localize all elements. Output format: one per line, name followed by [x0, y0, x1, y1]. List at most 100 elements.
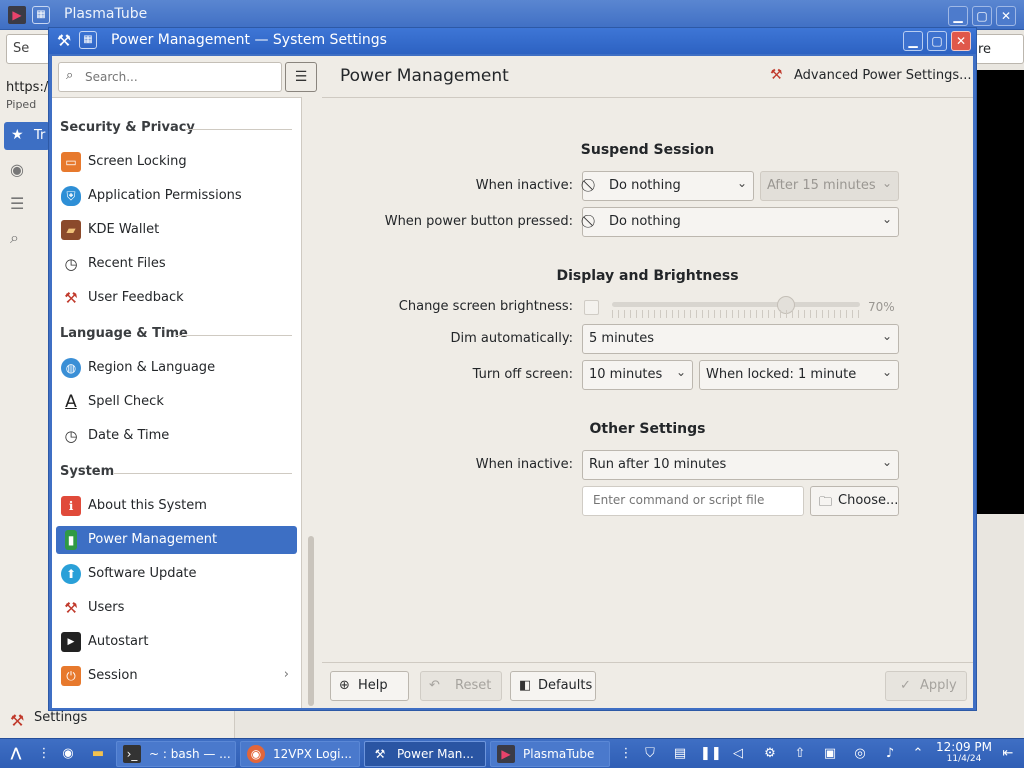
defaults-button[interactable]: ◧ Defaults — [510, 671, 596, 701]
choose-button-label: Choose... — [838, 493, 899, 508]
clipboard-icon[interactable]: ▤ — [670, 744, 690, 764]
background-search-field[interactable]: Se — [6, 34, 50, 64]
background-maximize-button[interactable]: ▢ — [972, 6, 992, 26]
tray-expand-icon[interactable]: ⌃ — [908, 744, 928, 764]
plasmatube-logo-icon: ▶ — [8, 6, 26, 24]
window-menu-icon[interactable]: ▦ — [79, 31, 97, 49]
suspend-after-combo[interactable]: After 15 minutes ⌄ — [760, 171, 899, 201]
sidebar-item-recent-files[interactable]: ◷ Recent Files — [56, 250, 297, 278]
sidebar-item-region-language[interactable]: ◍ Region & Language — [56, 354, 297, 382]
sidebar-item-autostart[interactable]: ▶ Autostart — [56, 628, 297, 656]
window-titlebar[interactable]: ⚒ ▦ Power Management — System Settings ▁… — [49, 28, 976, 54]
list-icon[interactable]: ☰ — [10, 194, 24, 213]
sidebar-item-spell-check[interactable]: A Spell Check — [56, 388, 297, 416]
screen-locking-icon: ▭ — [61, 152, 81, 172]
search-icon[interactable]: ⌕ — [10, 228, 19, 248]
sidebar-search-field[interactable]: ⌕ — [58, 62, 282, 92]
window-menu-icon[interactable]: ▦ — [32, 6, 50, 24]
defaults-icon: ◧ — [519, 678, 532, 693]
task-power-management[interactable]: ⚒ Power Man... — [364, 741, 486, 767]
background-right-field[interactable]: re — [975, 34, 1024, 64]
content-pane: Power Management ⚒ Advanced Power Settin… — [322, 56, 973, 708]
other-when-inactive-combo[interactable]: Run after 10 minutes ⌄ — [582, 450, 899, 480]
updates-icon[interactable]: ⇧ — [790, 744, 810, 764]
maximize-button[interactable]: ▢ — [927, 31, 947, 51]
category-divider — [114, 473, 292, 474]
file-manager-icon[interactable]: ▬ — [88, 744, 108, 764]
power-button-combo[interactable]: ⃠ Do nothing ⌄ — [582, 207, 899, 237]
turn-off-screen-combo[interactable]: 10 minutes ⌄ — [582, 360, 693, 390]
brightness-slider-ticks — [612, 310, 860, 318]
power-button-value: Do nothing — [609, 214, 681, 229]
command-input[interactable] — [593, 493, 788, 507]
task-plasmatube[interactable]: ▶ PlasmaTube — [490, 741, 610, 767]
window-title: Power Management — System Settings — [111, 32, 387, 48]
minimize-button[interactable]: ▁ — [903, 31, 923, 51]
background-settings-item[interactable]: ⚒ Settings — [0, 708, 235, 738]
task-browser[interactable]: ◉ 12VPX Logi... — [240, 741, 360, 767]
sidebar-item-session[interactable]: ⏻ Session › — [56, 662, 297, 690]
background-minimize-button[interactable]: ▁ — [948, 6, 968, 26]
apply-button-label: Apply — [920, 678, 957, 693]
background-settings-label: Settings — [34, 710, 88, 725]
search-icon: ⌕ — [66, 68, 74, 83]
sidebar-item-application-permissions[interactable]: ⛨ Application Permissions — [56, 182, 297, 210]
network-icon[interactable]: ◎ — [850, 744, 870, 764]
command-field[interactable] — [582, 486, 804, 516]
when-locked-combo[interactable]: When locked: 1 minute ⌄ — [699, 360, 899, 390]
show-desktop-icon[interactable]: ⇤ — [998, 744, 1018, 764]
hamburger-menu-button[interactable]: ☰ — [285, 62, 317, 92]
system-settings-window: ⚒ ▦ Power Management — System Settings ▁… — [48, 27, 977, 711]
app-launcher-icon[interactable]: ⋀ — [6, 744, 26, 764]
sidebar-item-software-update[interactable]: ⬆ Software Update — [56, 560, 297, 588]
dim-automatically-value: 5 minutes — [589, 331, 655, 346]
dim-automatically-label: Dim automatically: — [450, 331, 573, 346]
brightness-checkbox[interactable] — [584, 300, 599, 315]
sidebar-item-user-feedback[interactable]: ⚒ User Feedback — [56, 284, 297, 312]
sidebar-item-date-time[interactable]: ◷ Date & Time — [56, 422, 297, 450]
sidebar-item-power-management[interactable]: ▮ Power Management — [56, 526, 297, 554]
sidebar-item-users[interactable]: ⚒ Users — [56, 594, 297, 622]
clock[interactable]: 12:09 PM 11/4/24 — [936, 740, 992, 764]
chevron-down-icon: ⌄ — [675, 365, 686, 379]
apply-button[interactable]: ✓ Apply — [885, 671, 967, 701]
rss-icon[interactable]: ◉ — [10, 160, 24, 179]
browser-icon[interactable]: ◉ — [58, 744, 78, 764]
media-pause-icon[interactable]: ❚❚ — [700, 744, 722, 764]
sidebar-item-about-system[interactable]: ℹ About this System — [56, 492, 297, 520]
sidebar-item-label: Spell Check — [88, 394, 164, 409]
background-nav-trending[interactable]: ★ Tr — [4, 122, 50, 150]
sidebar-item-label: Region & Language — [88, 360, 216, 375]
sidebar-scrollbar[interactable] — [308, 536, 314, 706]
brightness-label: Change screen brightness: — [398, 299, 573, 314]
display-icon[interactable]: ▣ — [820, 744, 840, 764]
settings-gear-icon[interactable]: ⚙ — [760, 744, 780, 764]
close-button[interactable]: ✕ — [951, 31, 971, 51]
task-label: ~ : bash — ... — [149, 747, 231, 761]
chevron-down-icon: ⌄ — [881, 329, 892, 343]
battery-icon: ▮ — [65, 530, 77, 550]
shield-icon: ⛨ — [61, 186, 81, 206]
background-close-button[interactable]: ✕ — [996, 6, 1016, 26]
sidebar-item-label: Autostart — [88, 634, 149, 649]
dim-automatically-combo[interactable]: 5 minutes ⌄ — [582, 324, 899, 354]
volume-icon[interactable]: ♪ — [880, 744, 900, 764]
sidebar-item-label: Date & Time — [88, 428, 170, 443]
reset-button[interactable]: ↶ Reset — [420, 671, 502, 701]
content-footer: ⊕ Help ↶ Reset ◧ Defaults ✓ Apply — [322, 662, 973, 708]
sidebar-item-kde-wallet[interactable]: ▰ KDE Wallet — [56, 216, 297, 244]
sidebar-search-input[interactable] — [85, 68, 275, 86]
when-locked-value: When locked: 1 minute — [706, 367, 857, 382]
folder-icon: 🗀 — [819, 495, 833, 510]
other-when-inactive-label: When inactive: — [475, 457, 573, 472]
vault-icon[interactable]: ⛉ — [640, 744, 660, 764]
audio-icon[interactable]: ◁ — [728, 744, 748, 764]
choose-button[interactable]: 🗀 Choose... — [810, 486, 899, 516]
task-bash[interactable]: ›_ ~ : bash — ... — [116, 741, 236, 767]
suspend-when-inactive-combo[interactable]: ⃠ Do nothing ⌄ — [582, 171, 754, 201]
autostart-icon: ▶ — [61, 632, 81, 652]
chevron-down-icon: ⌄ — [736, 176, 747, 190]
help-button[interactable]: ⊕ Help — [330, 671, 409, 701]
sidebar-item-screen-locking[interactable]: ▭ Screen Locking — [56, 148, 297, 176]
sidebar-item-label: About this System — [88, 498, 207, 513]
